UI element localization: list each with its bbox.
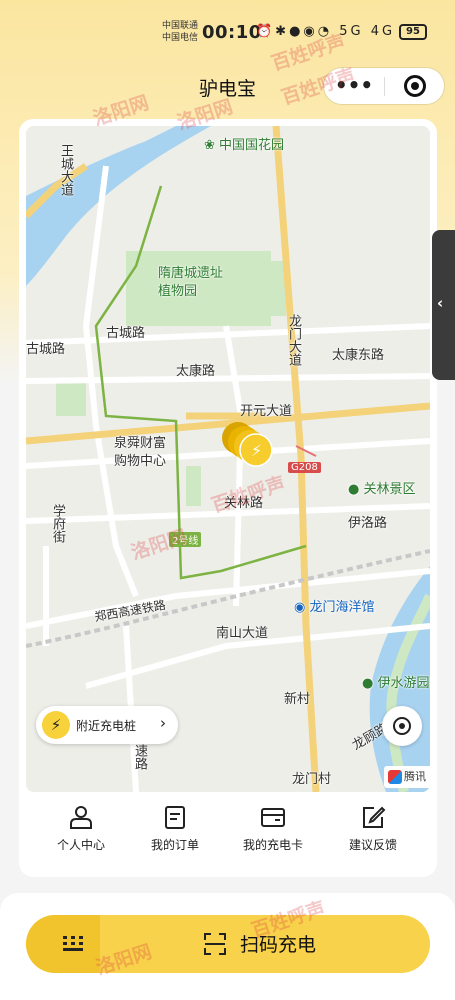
status-time: 00:10: [202, 22, 262, 43]
map-label-xuefu-street: 学府街: [50, 504, 65, 543]
map-label-g208: G208: [288, 462, 321, 473]
map-label-gucheng-road-a: 古城路: [106, 326, 146, 341]
map-label-taikang-road: 太康路: [176, 364, 216, 379]
map-label-gucheng-road-b: 古城路: [26, 342, 66, 357]
map-label-guanlin-scenic: ● 关林景区: [348, 482, 416, 497]
battery-icon: 95: [399, 24, 427, 40]
map-label-nanshan-avenue: 南山大道: [216, 626, 269, 641]
map-canvas: ⚡: [26, 126, 430, 792]
map-label-suitang-park-2: 植物园: [158, 284, 198, 299]
card-icon: [260, 804, 286, 830]
scan-charge-bar: 扫码充电: [26, 915, 430, 973]
svg-text:⚡: ⚡: [251, 441, 262, 460]
menu-item-label: 建议反馈: [348, 838, 397, 852]
map-label-yiluo-road: 伊洛路: [348, 516, 388, 531]
locate-me-button[interactable]: [382, 706, 422, 746]
map-label-longmen-avenue: 龙门大道: [286, 314, 301, 366]
carrier-label: 中国联通 中国电信: [162, 20, 198, 44]
map-label-taikang-east-road: 太康东路: [332, 348, 385, 363]
map-label-wangcheng-avenue: 王城大道: [58, 144, 73, 196]
nearby-chargers-label: 附近充电桩: [76, 719, 137, 733]
status-bar: 中国联通 中国电信 00:10 ⏰✱●◉◔ 5G 4G 95: [0, 14, 455, 54]
map-label-longmen-village: 龙门村: [292, 772, 332, 787]
tencent-logo-icon: [388, 770, 402, 784]
map-label-kaiyuan-avenue: 开元大道: [240, 404, 293, 419]
map-label-xincun: 新村: [284, 692, 311, 707]
side-drawer-handle[interactable]: ‹: [432, 230, 455, 380]
carrier-2: 中国电信: [162, 33, 199, 43]
keypad-button[interactable]: [26, 915, 100, 973]
map-label-ocean-park: ◉ 龙门海洋馆: [294, 600, 375, 615]
map-label-suitang-park-1: 隋唐城遗址: [158, 266, 224, 281]
carrier-1: 中国联通: [162, 21, 199, 31]
scan-icon: [204, 933, 226, 955]
menu-item-profile[interactable]: 个人中心: [29, 804, 133, 853]
locate-dot-icon: [399, 723, 405, 729]
capsule-divider: [384, 77, 385, 96]
menu-item-orders[interactable]: 我的订单: [123, 804, 227, 853]
map-label-flower-garden: ❀ 中国国花园: [204, 138, 285, 153]
lightning-icon: ⚡: [42, 711, 70, 739]
menu-item-feedback[interactable]: 建议反馈: [321, 804, 425, 853]
menu-item-label: 我的充电卡: [242, 838, 303, 852]
bottom-panel: 扫码充电: [0, 893, 455, 1000]
person-icon: [68, 804, 94, 830]
map-label-quanshun-mall-1: 泉舜财富: [114, 436, 167, 451]
menu-item-cards[interactable]: 我的充电卡: [221, 804, 325, 853]
chevron-right-icon: ›: [160, 714, 166, 732]
menu-item-label: 个人中心: [56, 838, 105, 852]
nearby-chargers-button[interactable]: ⚡ 附近充电桩 ›: [36, 706, 178, 744]
map-label-quanshun-mall-2: 购物中心: [114, 454, 167, 469]
menu-item-label: 我的订单: [150, 838, 199, 852]
chevron-left-icon: ‹: [437, 294, 444, 312]
order-icon: [162, 804, 188, 830]
map-provider-badge: 腾讯: [384, 766, 430, 788]
keypad-icon: [63, 936, 83, 951]
target-icon[interactable]: [404, 75, 426, 97]
quick-menu: 个人中心 我的订单 我的充电卡 建议反馈: [19, 804, 437, 864]
map-label-suqian-road: 速路: [132, 744, 147, 770]
map-view[interactable]: ⚡ ❀ 中国国花园 王城大道 隋唐城遗址 植物园 古城路 古城路 龙门大道 太康…: [26, 126, 430, 792]
edit-icon: [360, 804, 386, 830]
map-provider-label: 腾讯: [404, 770, 426, 783]
map-label-yishui-park: ● 伊水游园: [362, 676, 430, 691]
